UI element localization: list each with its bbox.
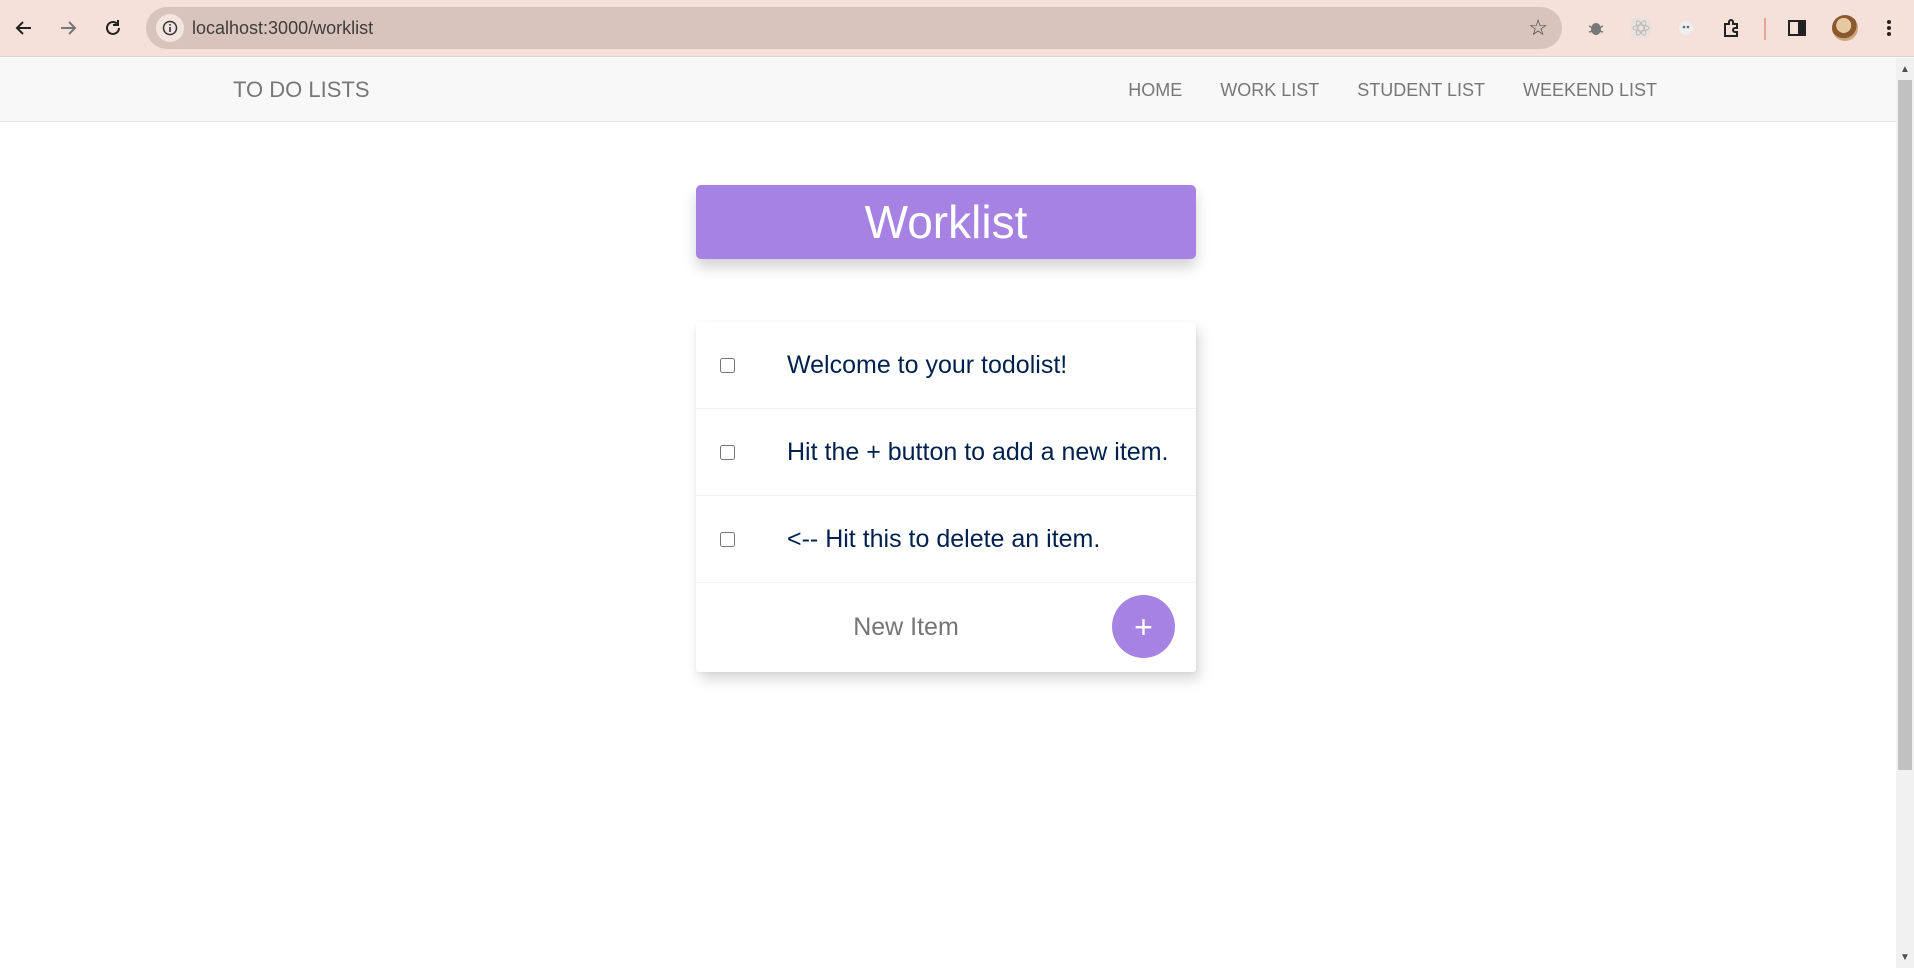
scrollbar-thumb[interactable] [1898,80,1912,770]
side-panel-icon[interactable] [1783,14,1811,42]
item-text: <-- Hit this to delete an item. [787,525,1101,553]
todo-list: Welcome to your todolist! Hit the + butt… [696,322,1196,672]
scroll-up-arrow-icon[interactable]: ▲ [1896,60,1914,78]
nav-link-student-list[interactable]: STUDENT LIST [1338,58,1504,122]
item-checkbox[interactable] [720,532,735,547]
browser-toolbar: localhost:3000/worklist ☆ [0,0,1914,57]
toolbar-divider [1764,18,1766,40]
list-heading-box: Worklist [696,185,1196,259]
page-title: Worklist [864,196,1028,248]
address-bar[interactable]: localhost:3000/worklist ☆ [146,7,1562,49]
profile-avatar[interactable] [1832,15,1858,41]
item-checkbox[interactable] [720,358,735,373]
back-icon[interactable] [6,10,42,46]
reload-icon[interactable] [95,10,131,46]
bookmark-star-icon[interactable]: ☆ [1528,7,1548,49]
forward-icon[interactable] [50,10,86,46]
menu-kebab-icon[interactable] [1875,14,1903,42]
nav-link-home[interactable]: HOME [1109,58,1201,122]
item-checkbox[interactable] [720,445,735,460]
navbar-brand[interactable]: TO DO LISTS [233,58,370,122]
react-devtools-icon[interactable] [1627,14,1655,42]
new-item-form: + [696,583,1196,671]
nav-link-weekend-list[interactable]: WEEKEND LIST [1504,58,1676,122]
nav-link-work-list[interactable]: WORK LIST [1201,58,1338,122]
new-item-input[interactable] [696,583,1116,671]
list-item: Welcome to your todolist! [696,322,1196,409]
url-text: localhost:3000/worklist [192,18,374,38]
list-item: Hit the + button to add a new item. [696,409,1196,496]
add-item-button[interactable]: + [1112,595,1175,658]
page-scrollbar[interactable]: ▲ ▼ [1896,58,1914,968]
site-navbar: TO DO LISTS HOME WORK LIST STUDENT LIST … [0,58,1896,122]
extensions-puzzle-icon[interactable] [1718,14,1746,42]
ghost-extension-icon[interactable] [1672,14,1700,42]
scroll-down-arrow-icon[interactable]: ▼ [1896,948,1914,966]
item-text: Welcome to your todolist! [787,351,1068,379]
nav-links: HOME WORK LIST STUDENT LIST WEEKEND LIST [1109,58,1676,122]
site-info-icon[interactable] [156,14,184,42]
list-item: <-- Hit this to delete an item. [696,496,1196,583]
item-text: Hit the + button to add a new item. [787,438,1169,466]
bug-extension-icon[interactable] [1582,14,1610,42]
